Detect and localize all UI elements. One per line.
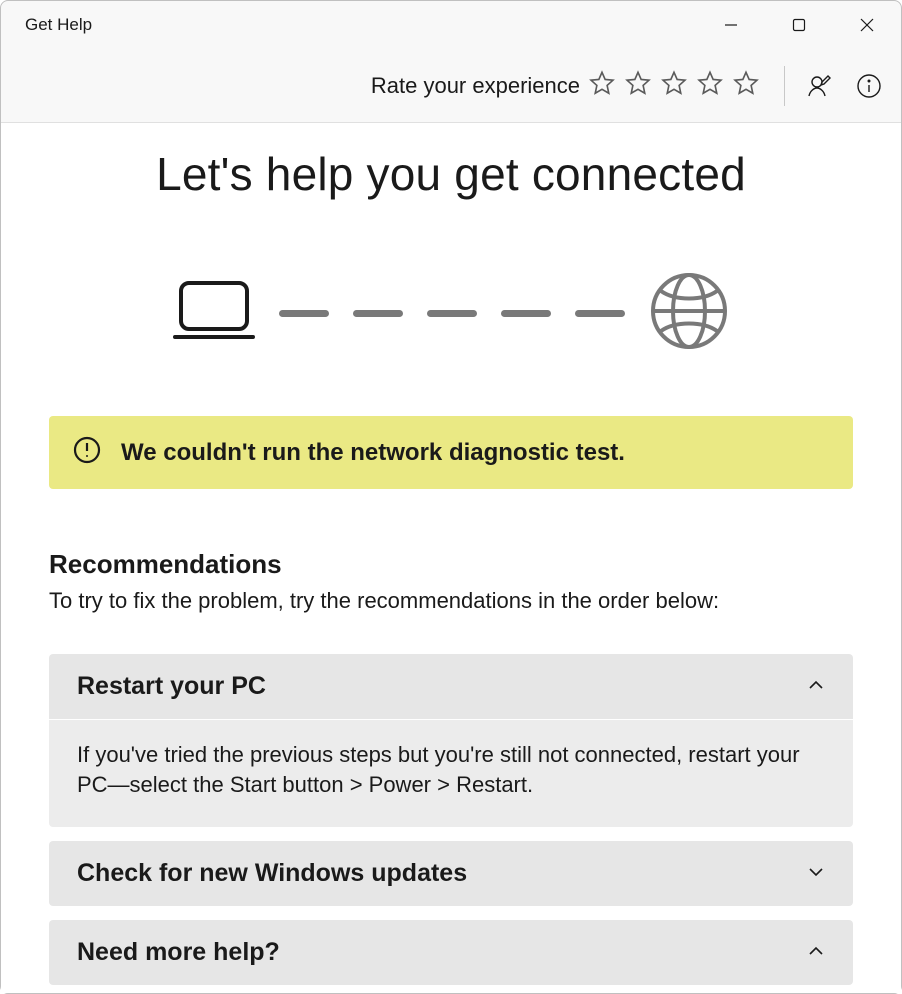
alert-banner: We couldn't run the network diagnostic t… [49,416,853,489]
feedback-icon[interactable] [797,62,845,110]
chevron-down-icon [807,859,825,888]
toolbar: Rate your experience [1,49,901,123]
accordion-header-restart[interactable]: Restart your PC [49,654,853,719]
page-title: Let's help you get connected [49,147,853,201]
dash-icon [501,310,551,317]
recommendations-heading: Recommendations [49,549,853,580]
laptop-icon [173,279,255,348]
star-2-icon[interactable] [624,69,652,102]
accordion-restart: Restart your PC If you've tried the prev… [49,654,853,827]
connection-diagram [49,271,853,356]
dash-icon [279,310,329,317]
globe-icon [649,271,729,356]
dash-icon [353,310,403,317]
window-title: Get Help [25,15,92,35]
toolbar-divider [784,66,785,106]
content: Let's help you get connected [1,123,901,993]
accordion-title: Check for new Windows updates [77,859,467,888]
minimize-button[interactable] [697,1,765,49]
star-1-icon[interactable] [588,69,616,102]
accordion-header-more-help[interactable]: Need more help? [49,920,853,985]
star-4-icon[interactable] [696,69,724,102]
connection-dashes [279,310,625,317]
recommendations-subheading: To try to fix the problem, try the recom… [49,588,853,614]
chevron-up-icon [807,938,825,967]
warning-icon [73,436,101,469]
dash-icon [575,310,625,317]
dash-icon [427,310,477,317]
close-button[interactable] [833,1,901,49]
accordion-updates: Check for new Windows updates [49,841,853,906]
rating-stars [588,69,760,102]
info-icon[interactable] [845,62,893,110]
alert-text: We couldn't run the network diagnostic t… [121,439,625,467]
star-5-icon[interactable] [732,69,760,102]
chevron-up-icon [807,672,825,701]
accordion-more-help: Need more help? [49,920,853,985]
rate-label: Rate your experience [371,73,580,99]
star-3-icon[interactable] [660,69,688,102]
accordion-title: Need more help? [77,938,280,967]
window-frame: Get Help Rate your experience [0,0,902,994]
maximize-button[interactable] [765,1,833,49]
accordion-header-updates[interactable]: Check for new Windows updates [49,841,853,906]
accordion-title: Restart your PC [77,672,266,701]
accordion-body-restart: If you've tried the previous steps but y… [49,719,853,827]
titlebar: Get Help [1,1,901,49]
window-controls [697,1,901,49]
